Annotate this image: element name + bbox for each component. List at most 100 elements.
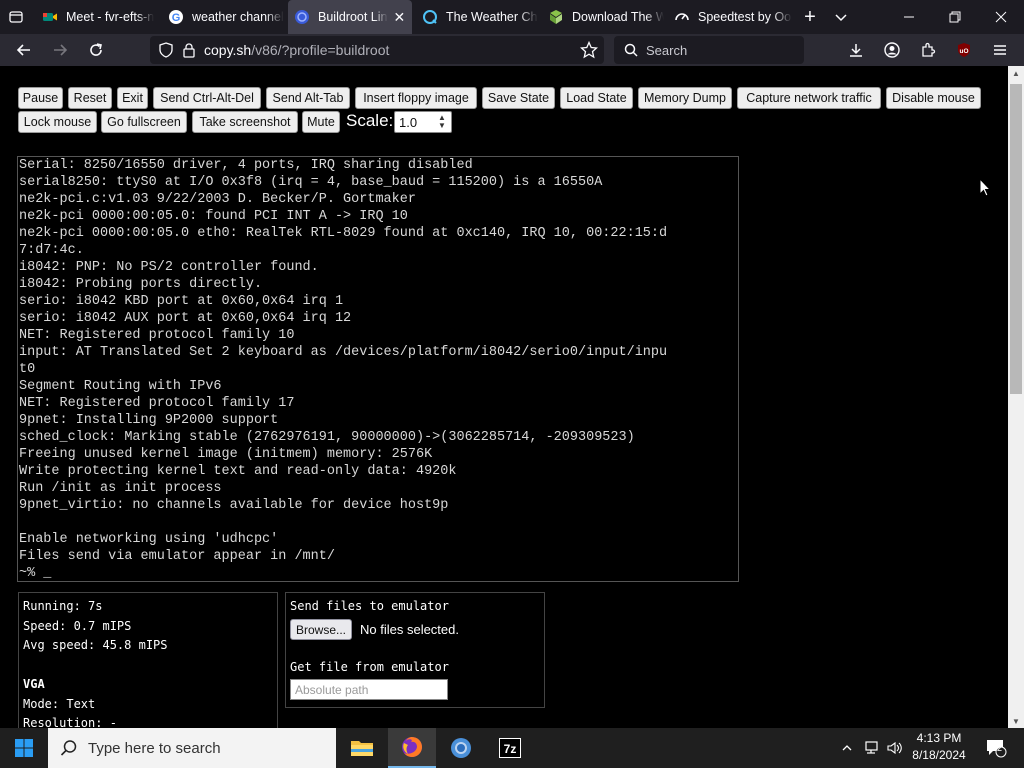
chrome-icon[interactable]	[437, 728, 485, 768]
load-state-button[interactable]: Load State	[560, 87, 633, 109]
terminal-line: ne2k-pci 0000:00:05.0 eth0: RealTek RTL-…	[19, 226, 668, 241]
bookmark-star-icon[interactable]	[580, 41, 598, 59]
tab-overview-icon[interactable]	[0, 0, 32, 34]
weather-channel-icon	[422, 9, 438, 25]
exit-button[interactable]: Exit	[117, 87, 148, 109]
scale-input[interactable]: 1.0 ▲ ▼	[394, 111, 452, 133]
v86-icon	[294, 9, 310, 25]
take-screenshot-button[interactable]: Take screenshot	[192, 111, 298, 133]
close-window-icon[interactable]	[978, 0, 1024, 34]
tab-label: Buildroot Lin	[318, 10, 388, 24]
tab-buildroot[interactable]: Buildroot Lin ✕	[288, 0, 412, 34]
terminal-line: Serial: 8250/16550 driver, 4 ports, IRQ …	[19, 158, 473, 173]
page-scrollbar[interactable]: ▲ ▼	[1008, 66, 1024, 728]
runtime-info-panel: Running: 7s Speed: 0.7 mIPS Avg speed: 4…	[18, 592, 278, 728]
account-icon[interactable]	[876, 34, 908, 66]
scale-value: 1.0	[399, 114, 418, 130]
terminal-line: i8042: PNP: No PS/2 controller found.	[19, 260, 319, 275]
get-file-label: Get file from emulator	[290, 660, 449, 674]
send-ctrl-alt-del-button[interactable]: Send Ctrl-Alt-Del	[153, 87, 261, 109]
windows-start-icon[interactable]	[0, 728, 48, 768]
spinner-icon[interactable]: ▲ ▼	[435, 114, 449, 130]
restore-icon[interactable]	[932, 0, 978, 34]
minimize-icon[interactable]	[886, 0, 932, 34]
emulator-screen[interactable]: Serial: 8250/16550 driver, 4 ports, IRQ …	[17, 156, 739, 582]
absolute-path-input[interactable]: Absolute path	[290, 679, 448, 700]
scroll-up-icon[interactable]: ▲	[1012, 69, 1020, 78]
svg-text:uO: uO	[959, 48, 968, 55]
close-tab-icon[interactable]: ✕	[394, 9, 406, 26]
terminal-line: Write protecting kernel text and read-on…	[19, 464, 457, 479]
list-tabs-icon[interactable]	[826, 0, 856, 34]
back-icon[interactable]	[8, 34, 40, 66]
tab-weather-com[interactable]: The Weather Cha	[416, 0, 538, 34]
svg-text:7z: 7z	[504, 742, 517, 756]
clock-time: 4:13 PM	[916, 731, 962, 745]
capture-network-traffic-button[interactable]: Capture network traffic	[737, 87, 881, 109]
terminal-line: ~% _	[19, 566, 52, 581]
new-tab-icon[interactable]: +	[794, 0, 826, 34]
terminal-line: input: AT Translated Set 2 keyboard as /…	[19, 345, 668, 360]
downloads-icon[interactable]	[840, 34, 872, 66]
send-alt-tab-button[interactable]: Send Alt-Tab	[266, 87, 350, 109]
terminal-line: Files send via emulator appear in /mnt/	[19, 549, 335, 564]
memory-dump-button[interactable]: Memory Dump	[638, 87, 732, 109]
network-icon[interactable]	[860, 728, 882, 768]
firefox-icon[interactable]	[388, 728, 436, 768]
terminal-line: Segment Routing with IPv6	[19, 379, 222, 394]
tab-download[interactable]: Download The W	[542, 0, 664, 34]
lock-icon[interactable]	[182, 42, 196, 58]
tab-speedtest[interactable]: Speedtest by Ool	[668, 0, 792, 34]
7zip-icon[interactable]: 7z	[486, 728, 534, 768]
notifications-icon[interactable]: 2	[978, 728, 1014, 768]
tab-meet[interactable]: Meet - fvr-efts-n	[36, 0, 160, 34]
tab-weather-channel[interactable]: G weather channel	[162, 0, 284, 34]
insert-floppy-button[interactable]: Insert floppy image	[355, 87, 477, 109]
scrollbar-thumb[interactable]	[1010, 84, 1022, 394]
reset-button[interactable]: Reset	[68, 87, 112, 109]
clock-date: 8/18/2024	[912, 748, 966, 762]
show-hidden-icons-icon[interactable]	[838, 728, 856, 768]
taskbar-search-input[interactable]: Type here to search	[48, 728, 336, 768]
ublock-origin-icon[interactable]: uO	[948, 34, 980, 66]
mouse-pointer-icon	[979, 177, 992, 202]
mute-button[interactable]: Mute	[302, 111, 340, 133]
running-time: Running: 7s	[23, 599, 103, 613]
search-input[interactable]: Search	[614, 36, 804, 64]
file-explorer-icon[interactable]	[338, 728, 386, 768]
vga-resolution: Resolution: -	[23, 716, 117, 728]
go-fullscreen-button[interactable]: Go fullscreen	[101, 111, 187, 133]
taskbar-search-placeholder: Type here to search	[88, 739, 221, 757]
browser-nav-bar: copy.sh/v86/?profile=buildroot Search uO	[0, 34, 1024, 66]
browse-button[interactable]: Browse...	[290, 619, 352, 640]
terminal-line: serio: i8042 KBD port at 0x60,0x64 irq 1	[19, 294, 344, 309]
url-bar[interactable]: copy.sh/v86/?profile=buildroot	[150, 36, 604, 64]
disable-mouse-button[interactable]: Disable mouse	[886, 87, 981, 109]
vga-heading: VGA	[23, 677, 45, 691]
tab-label: Download The W	[572, 10, 664, 24]
extensions-icon[interactable]	[912, 34, 944, 66]
reload-icon[interactable]	[80, 34, 112, 66]
url-domain: copy.sh	[204, 42, 252, 58]
menu-icon[interactable]	[984, 34, 1016, 66]
terminal-line: 7:d7:4c.	[19, 243, 84, 258]
tab-label: weather channel	[192, 10, 284, 24]
forward-icon[interactable]	[44, 34, 76, 66]
tab-label: Meet - fvr-efts-n	[66, 10, 155, 24]
save-state-button[interactable]: Save State	[482, 87, 555, 109]
search-placeholder: Search	[646, 42, 688, 58]
google-icon: G	[168, 9, 184, 25]
pause-button[interactable]: Pause	[18, 87, 63, 109]
scroll-down-icon[interactable]: ▼	[1012, 717, 1020, 726]
browser-tab-bar: Meet - fvr-efts-n G weather channel Buil…	[0, 0, 1024, 34]
tracking-protection-icon[interactable]	[158, 42, 174, 58]
volume-icon[interactable]	[884, 728, 906, 768]
terminal-line: Enable networking using 'udhcpc'	[19, 532, 279, 547]
svg-text:G: G	[172, 12, 181, 24]
speed-value: Speed: 0.7 mIPS	[23, 619, 132, 633]
notification-count: 2	[997, 743, 1003, 753]
terminal-line: serio: i8042 AUX port at 0x60,0x64 irq 1…	[19, 311, 352, 326]
lock-mouse-button[interactable]: Lock mouse	[18, 111, 97, 133]
system-clock[interactable]: 4:13 PM 8/18/2024	[908, 730, 970, 766]
terminal-line: ne2k-pci.c:v1.03 9/22/2003 D. Becker/P. …	[19, 192, 416, 207]
